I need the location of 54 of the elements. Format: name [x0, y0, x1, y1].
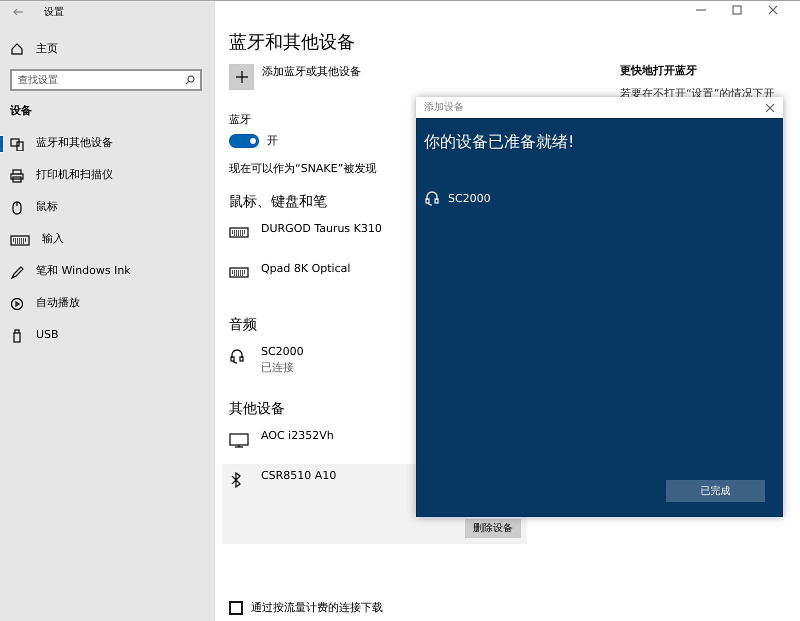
play-circle-icon	[10, 296, 24, 310]
related-heading: 更快地打开蓝牙	[620, 63, 697, 79]
sidebar-item[interactable]: 自动播放	[0, 288, 215, 320]
sidebar-item[interactable]: 打印机和扫描仪	[0, 160, 215, 192]
device-name: AOC i2352Vh	[261, 428, 334, 444]
plus-icon[interactable]	[236, 71, 248, 83]
remove-device-button[interactable]: 删除设备	[465, 518, 521, 538]
group-heading: 其他设备	[229, 400, 285, 418]
keyboard-icon	[229, 224, 249, 238]
group-heading: 鼠标、键盘和笔	[229, 192, 327, 212]
sidebar-item[interactable]: 笔和 Windows Ink	[0, 256, 215, 288]
printer-icon	[10, 168, 24, 182]
headset-icon	[424, 190, 440, 208]
discoverable-text: 现在可以作为“SNAKE”被发现	[229, 161, 376, 177]
device-name: SC2000	[261, 344, 304, 360]
monitor-icon	[229, 432, 249, 448]
add-device-button[interactable]	[229, 64, 254, 90]
device-name: DURGOD Taurus K310	[261, 220, 382, 236]
bluetooth-toggle[interactable]	[229, 134, 259, 148]
sidebar-item[interactable]: 蓝牙和其他设备	[0, 128, 215, 160]
device-status: 已连接	[261, 360, 295, 376]
checkbox-label: 通过按流量计费的连接下载	[251, 600, 383, 616]
home-link[interactable]: 主页	[0, 33, 215, 65]
device-name: CSR8510 A10	[261, 468, 336, 484]
search-field[interactable]: 查找设置	[10, 69, 202, 91]
dialog-title: 添加设备	[424, 100, 464, 115]
devices-icon	[10, 136, 24, 150]
maximize-icon[interactable]	[732, 5, 742, 15]
window-title: 设置	[44, 6, 64, 20]
device-name: SC2000	[448, 190, 491, 207]
pen-icon	[10, 264, 24, 278]
close-icon[interactable]	[768, 5, 778, 15]
keyboard-icon	[10, 232, 30, 246]
dialog-heading: 你的设备已准备就绪!	[424, 131, 574, 153]
done-button[interactable]: 已完成	[666, 480, 765, 502]
close-icon[interactable]	[765, 102, 775, 112]
keyboard-icon	[229, 264, 249, 278]
headset-icon	[229, 348, 245, 366]
section-heading: 设备	[10, 103, 32, 119]
search-icon[interactable]	[185, 75, 195, 85]
device-name: Qpad 8K Optical	[261, 260, 350, 276]
sidebar-item[interactable]: USB	[0, 320, 215, 352]
bluetooth-icon	[229, 472, 243, 488]
sidebar-item[interactable]: 输入	[0, 224, 215, 256]
home-icon[interactable]	[10, 42, 24, 56]
toggle-state: 开	[267, 132, 278, 148]
page-title: 蓝牙和其他设备	[229, 31, 356, 55]
group-heading: 音频	[229, 316, 257, 334]
back-icon[interactable]	[12, 7, 24, 17]
add-device-label[interactable]: 添加蓝牙或其他设备	[262, 64, 361, 90]
sidebar-item[interactable]: 鼠标	[0, 192, 215, 224]
mouse-icon	[10, 200, 24, 214]
checkbox[interactable]	[229, 600, 243, 615]
bluetooth-label: 蓝牙	[229, 112, 251, 128]
